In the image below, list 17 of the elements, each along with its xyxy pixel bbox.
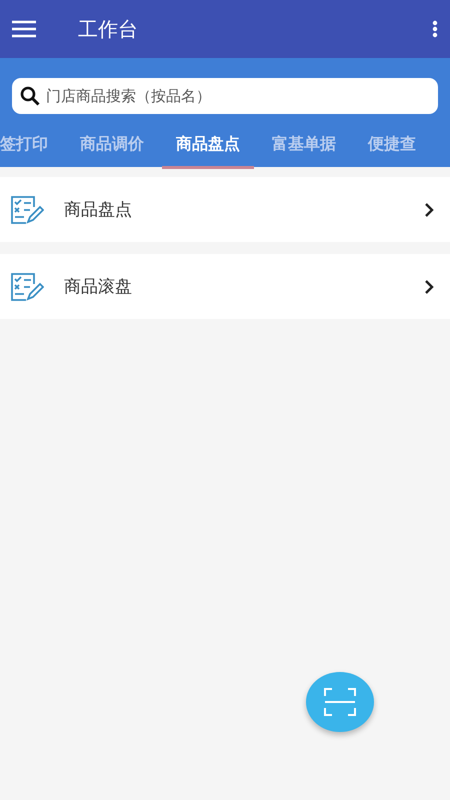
menu-icon[interactable] — [12, 20, 36, 38]
menu-item[interactable]: 商品盘点 — [0, 177, 450, 242]
checklist-icon — [10, 194, 44, 224]
tab[interactable]: 商品调价 — [80, 134, 144, 169]
screen-title: 工作台 — [78, 16, 139, 42]
search-icon — [20, 86, 40, 106]
chevron-right-icon — [424, 202, 434, 216]
chevron-right-icon — [424, 280, 434, 294]
scan-icon — [324, 688, 356, 716]
checklist-icon — [10, 272, 44, 302]
tab[interactable]: 商品盘点 — [162, 134, 254, 169]
tab[interactable]: 便捷查 — [368, 134, 416, 169]
tab[interactable]: 签打印 — [0, 134, 48, 169]
menu-item[interactable]: 商品滚盘 — [0, 254, 450, 319]
more-options-icon[interactable] — [432, 20, 438, 38]
search-field[interactable]: 门店商品搜索（按品名） — [12, 78, 438, 114]
tab[interactable]: 富基单据 — [272, 134, 336, 169]
